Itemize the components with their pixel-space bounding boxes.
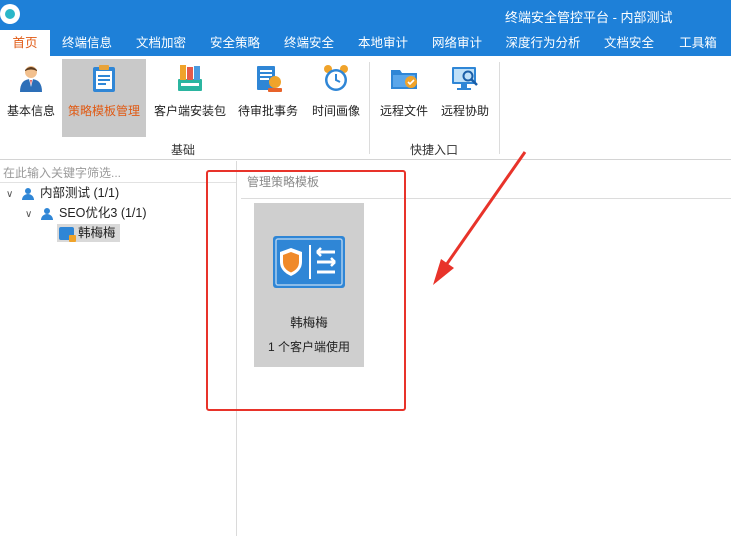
user-group-icon [41,207,55,220]
group-label-shortcuts: 快捷入口 [410,143,459,157]
ribbon-group-divider [369,62,370,154]
menu-item-local-audit[interactable]: 本地审计 [348,30,418,56]
tree-node-internal-test[interactable]: ∨ 内部测试 (1/1) [6,183,119,203]
tree-filter-input[interactable] [0,163,236,183]
window-title: 终端安全管控平台 - 内部测试 [505,10,673,25]
clipboard-icon [93,65,115,92]
remote-file-button[interactable]: 远程文件 [375,59,433,137]
chevron-down-icon[interactable]: ∨ [6,185,16,205]
approval-document-icon [257,66,282,92]
remote-assist-button[interactable]: 远程协助 [436,59,494,137]
remote-folder-icon [391,70,417,89]
menu-item-toolbox[interactable]: 工具箱 [668,30,728,56]
ribbon-toolbar: 基本信息 策略模板管理 客户端安装包 待审批事务 时间画像 远程文件 远程协助 … [0,56,731,160]
tree-node-label: 内部测试 (1/1) [40,186,120,200]
menu-bar: 首页 终端信息 文档加密 安全策略 终端安全 本地审计 网络审计 深度行为分析 … [0,30,731,56]
tree-node-client[interactable]: 韩梅梅 [57,224,120,243]
tree-node-label: 韩梅梅 [78,226,116,240]
pending-approval-button[interactable]: 待审批事务 [234,59,302,137]
menu-item-doc-encryption[interactable]: 文档加密 [126,30,196,56]
time-profile-label: 时间画像 [311,104,360,118]
basic-info-button[interactable]: 基本信息 [2,59,60,137]
client-computer-icon [59,227,76,243]
remote-assist-label: 远程协助 [440,104,489,118]
menu-item-network-audit[interactable]: 网络审计 [422,30,492,56]
tree-node-label: SEO优化3 (1/1) [59,206,147,220]
group-label-basic: 基础 [171,143,196,157]
app-logo-icon [0,4,20,24]
pending-approval-label: 待审批事务 [237,104,298,118]
tree-node-seo-group[interactable]: ∨ SEO优化3 (1/1) [25,203,147,223]
policy-template-button[interactable]: 策略模板管理 [62,59,146,137]
user-group-icon [22,187,36,200]
client-installer-label: 客户端安装包 [153,104,226,118]
menu-item-terminal-security[interactable]: 终端安全 [274,30,344,56]
user-icon [20,66,42,92]
menu-item-behavior-analysis[interactable]: 深度行为分析 [500,30,586,56]
ribbon-group-divider [499,62,500,154]
client-installer-button[interactable]: 客户端安装包 [150,59,230,137]
policy-template-label: 策略模板管理 [67,104,140,118]
time-profile-button[interactable]: 时间画像 [306,59,366,137]
remote-assist-monitor-icon [452,67,478,90]
remote-file-label: 远程文件 [379,104,428,118]
installer-package-icon [178,65,202,91]
menu-item-doc-security[interactable]: 文档安全 [594,30,664,56]
highlight-annotation-box [206,170,406,411]
menu-item-security-policy[interactable]: 安全策略 [200,30,270,56]
menu-item-terminal-info[interactable]: 终端信息 [52,30,122,56]
group-tree-panel: ∨ 内部测试 (1/1) ∨ SEO优化3 (1/1) 韩梅梅 [0,161,237,536]
title-bar: 终端安全管控平台 - 内部测试 [0,0,731,30]
alarm-clock-icon [324,65,348,91]
menu-item-home[interactable]: 首页 [0,30,50,56]
chevron-down-icon[interactable]: ∨ [25,205,35,225]
basic-info-label: 基本信息 [6,104,55,118]
